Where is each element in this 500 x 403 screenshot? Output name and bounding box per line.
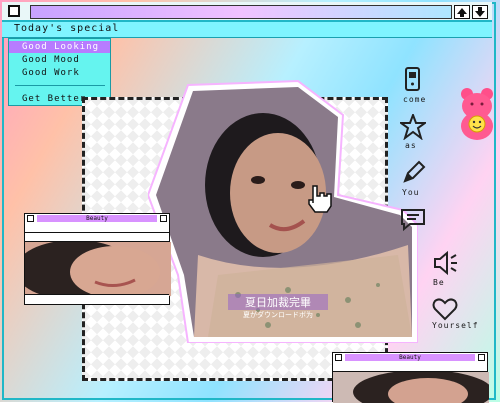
mini-window-toolbar [25,224,169,233]
arrow-up-icon [457,8,467,17]
window-title [30,5,452,19]
hand-cursor-icon [308,185,332,213]
menu-item-good-looking[interactable]: Good Looking [9,41,110,53]
title-bar [2,2,492,22]
mini-window-statusbar [25,294,169,304]
side-label-come: come [403,95,427,104]
chat-icon[interactable] [400,206,426,232]
heart-icon[interactable] [432,296,458,322]
mini-window-title: Beauty [86,215,108,222]
mini-window-image [333,372,489,403]
mini-window-zoom[interactable] [478,354,485,361]
mini-window-beauty-2: Beauty [332,352,489,403]
side-label-be: Be [433,278,445,287]
sparkle-icon[interactable] [400,114,426,140]
caption-line-1: 夏日加裁完畢 [228,294,328,310]
side-label-yourself: Yourself [432,321,479,330]
speaker-icon[interactable] [432,250,458,276]
gummy-bear-sticker [461,88,493,140]
mini-window-beauty-1: Beauty [24,213,171,305]
scroll-up-button[interactable] [454,5,470,19]
menu-todays-special[interactable]: Today's special [14,23,119,34]
arrow-down-icon [475,7,485,17]
side-label-you: You [402,188,420,197]
menu-bar: Today's special [2,22,492,38]
photo-caption: 夏日加裁完畢 夏がダウンロードボ为 [228,294,328,320]
mini-window-address-bar [25,233,169,242]
scroll-down-button[interactable] [472,5,488,19]
mini-window-toolbar [333,363,487,372]
window-menu-button[interactable] [8,5,20,17]
side-label-as: as [405,141,417,150]
mini-window-image [25,242,171,296]
menu-item-good-mood[interactable]: Good Mood [9,54,110,66]
menu-separator [15,85,105,86]
phone-icon[interactable] [400,66,426,92]
mini-window-title: Beauty [399,354,421,361]
mini-window-zoom[interactable] [160,215,167,222]
pencil-icon[interactable] [400,160,426,186]
dropdown-menu: Good Looking Good Mood Good Work Get Bet… [8,38,111,106]
menu-item-good-work[interactable]: Good Work [9,67,110,79]
caption-line-2: 夏がダウンロードボ为 [243,311,313,319]
